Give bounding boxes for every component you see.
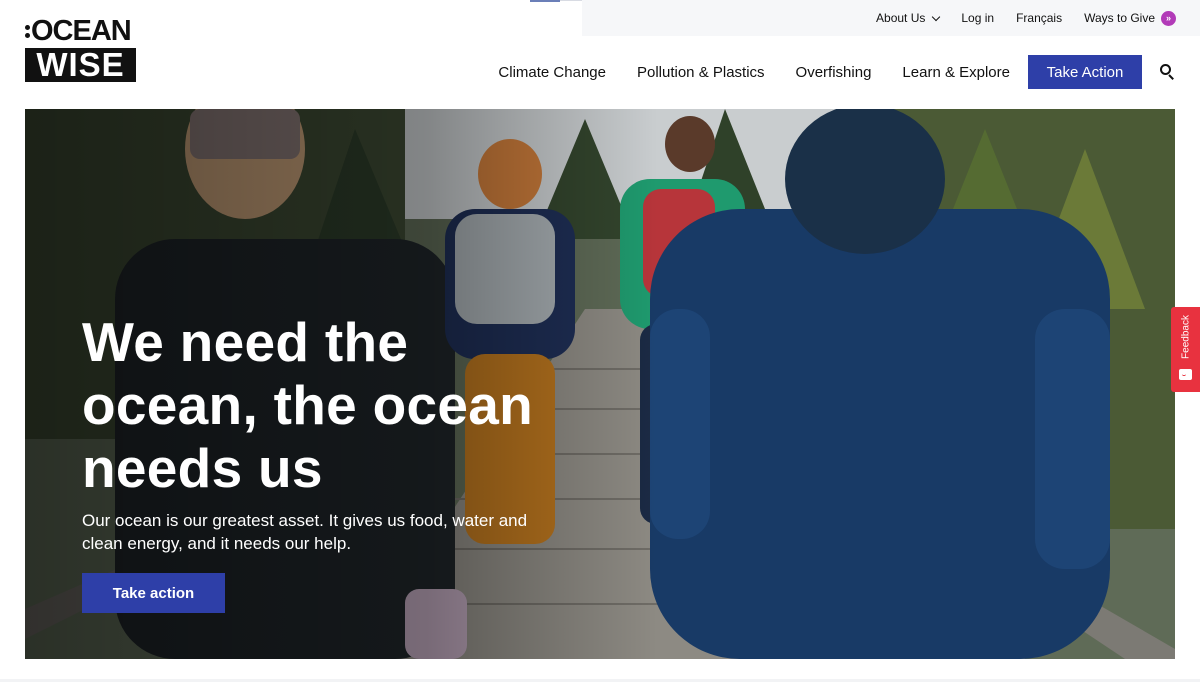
nav-climate-change[interactable]: Climate Change (498, 64, 606, 81)
about-us-label: About Us (876, 11, 926, 25)
logo-text-ocean: OCEAN (31, 15, 132, 47)
double-chevron-right-icon: » (1161, 10, 1176, 26)
hero-title: We need the ocean, the ocean needs us (82, 311, 534, 499)
nav-overfishing[interactable]: Overfishing (796, 64, 872, 81)
hero-banner: We need the ocean, the ocean needs us Ou… (25, 109, 1175, 659)
search-icon[interactable] (1160, 64, 1176, 80)
main-nav: Climate Change Pollution & Plastics Over… (498, 55, 1176, 89)
nav-learn-explore[interactable]: Learn & Explore (902, 64, 1010, 81)
top-accent-bar (530, 0, 560, 2)
chevron-down-icon (932, 12, 941, 21)
login-link[interactable]: Log in (961, 11, 994, 25)
logo-top-row: OCEAN (25, 15, 136, 47)
ocean-wise-logo[interactable]: OCEAN WISE (25, 15, 136, 82)
feedback-tab[interactable]: Feedback (1171, 307, 1200, 392)
logo-text-wise: WISE (25, 48, 136, 82)
feedback-icon (1179, 369, 1192, 380)
utility-nav: About Us Log in Français Ways to Give » (582, 0, 1200, 36)
hero-take-action-button[interactable]: Take action (82, 573, 225, 613)
hero-content: We need the ocean, the ocean needs us Ou… (82, 311, 542, 613)
hero-subtitle: Our ocean is our greatest asset. It give… (82, 511, 528, 553)
logo-dots (25, 24, 30, 38)
site-header: OCEAN WISE About Us Log in Français Ways… (0, 0, 1200, 108)
nav-pollution-plastics[interactable]: Pollution & Plastics (637, 64, 765, 81)
ways-to-give-link[interactable]: Ways to Give » (1084, 10, 1176, 26)
feedback-label: Feedback (1180, 315, 1191, 359)
language-toggle[interactable]: Français (1016, 11, 1062, 25)
ways-to-give-label: Ways to Give (1084, 11, 1155, 25)
take-action-button[interactable]: Take Action (1028, 55, 1142, 89)
about-us-link[interactable]: About Us (876, 11, 941, 25)
